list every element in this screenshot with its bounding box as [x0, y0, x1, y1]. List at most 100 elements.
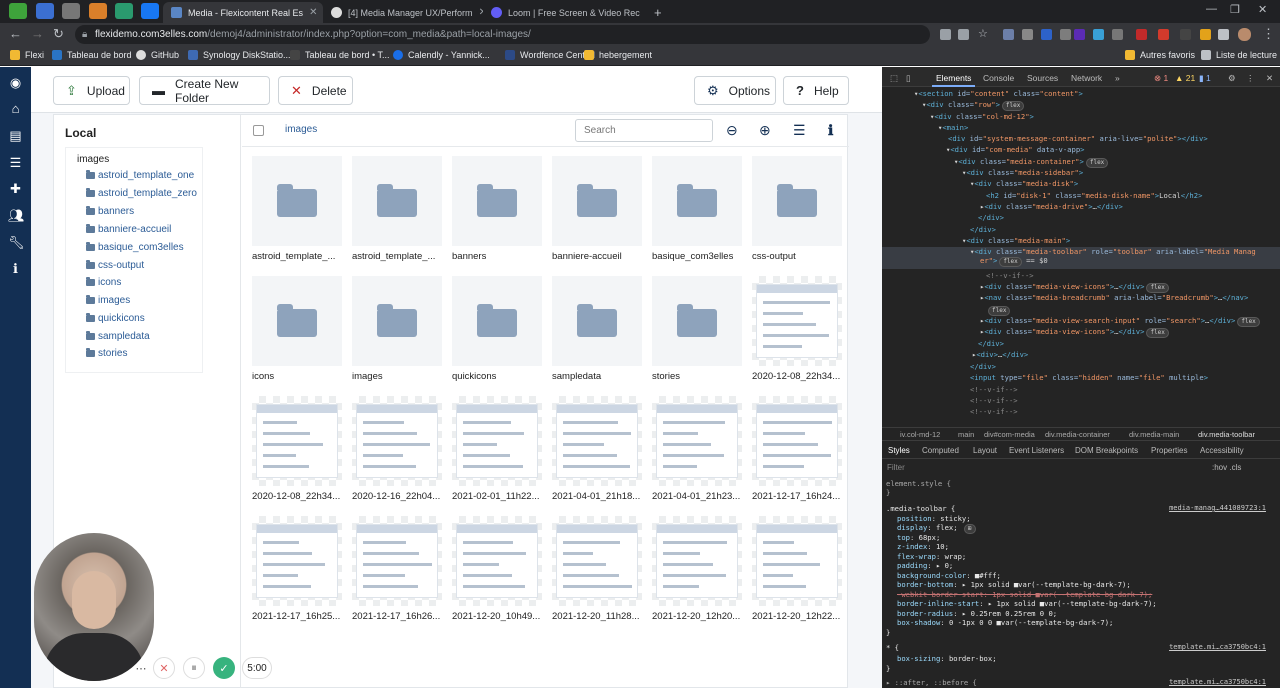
puzzle-icon[interactable] [1218, 29, 1229, 40]
bookmark-github[interactable]: GitHub [136, 50, 179, 60]
media-folder[interactable]: icons [252, 276, 342, 382]
options-button[interactable]: ⚙ Options [694, 76, 776, 105]
dom-node[interactable]: <div id="system-message-container" aria-… [948, 134, 1208, 143]
close-icon[interactable]: ✕ [309, 7, 317, 18]
tab-styles[interactable]: Styles [888, 446, 910, 455]
media-folder[interactable]: css-output [752, 156, 842, 262]
media-image[interactable]: 2021-12-20_12h22... [752, 516, 842, 622]
tree-folder[interactable]: images [86, 295, 130, 306]
zoom-in-icon[interactable]: ⊕ [759, 123, 771, 137]
dom-node[interactable]: ▾<div class="media-sidebar"> [962, 168, 1083, 177]
dom-node[interactable]: ▸<nav class="media-breadcrumb" aria-labe… [980, 293, 1248, 302]
tab-media[interactable]: Media - Flexicontent Real Es ✕ [163, 2, 323, 23]
close-window-icon[interactable]: ✕ [1258, 3, 1267, 16]
dom-node[interactable]: ▾<div class="media-main"> [962, 236, 1070, 245]
menu-icon[interactable]: ⋮ [1262, 27, 1275, 41]
media-image[interactable]: 2021-12-17_16h26... [352, 516, 442, 622]
extension-icon[interactable] [1074, 29, 1085, 40]
dom-crumb[interactable]: div#com-media [984, 430, 1035, 439]
url-field[interactable]: 🔒︎ flexidemo.com3elles.com/demoj4/admini… [75, 25, 930, 44]
css-decl[interactable]: box-shadow: 0 -1px 0 0 ■var(--template-b… [897, 618, 1113, 627]
bookmark-calendly[interactable]: Calendly - Yannick... [393, 50, 490, 60]
system-icon[interactable]: 🔧︎ [8, 235, 25, 250]
tab-computed[interactable]: Computed [922, 446, 959, 455]
dom-node[interactable]: ▾<section id="content" class="content"> [914, 89, 1083, 98]
dom-node[interactable]: <!--v-if--> [970, 407, 1018, 416]
css-decl[interactable]: background-color: ■#fff; [897, 571, 1001, 580]
tree-folder[interactable]: astroid_template_one [86, 170, 194, 181]
list-view-icon[interactable]: ☰ [793, 123, 806, 137]
tab-network[interactable]: Network [1071, 73, 1102, 83]
bookmark-tableau-de-bord[interactable]: Tableau de bord [52, 50, 132, 60]
dom-node[interactable]: ▸<div class="media-view-icons">…</div> fl… [980, 327, 1169, 338]
media-folder[interactable]: quickicons [452, 276, 542, 382]
dom-crumb[interactable]: div.media-container [1045, 430, 1110, 439]
more-icon[interactable]: ⋯ [130, 657, 152, 679]
dom-node-selected[interactable]: ▾<div class="media-toolbar" role="toolba… [882, 247, 1280, 269]
bookmark-wordfence[interactable]: Wordfence Central [505, 50, 595, 60]
components-icon[interactable]: ✚ [8, 181, 23, 196]
extension-icon[interactable] [940, 29, 951, 40]
media-image[interactable]: 2021-12-17_16h25... [252, 516, 342, 622]
bookmark-tableau-de-bord-2[interactable]: Tableau de bord • T... [290, 50, 390, 60]
media-image[interactable]: 2020-12-16_22h04... [352, 396, 442, 502]
inspect-icon[interactable]: ⬚ [890, 73, 898, 84]
bookmark-synology[interactable]: Synology DiskStatio... [188, 50, 291, 60]
dom-crumb[interactable]: div.media-toolbar [1198, 430, 1255, 439]
extension-icon[interactable] [1180, 29, 1191, 40]
extension-icon[interactable] [1136, 29, 1147, 40]
more-tabs-icon[interactable]: » [1115, 73, 1120, 83]
tab-console[interactable]: Console [983, 73, 1014, 83]
minimize-icon[interactable]: — [1206, 3, 1217, 15]
bookmark-star-icon[interactable]: ☆ [978, 27, 989, 40]
pinned-tab-6[interactable] [141, 3, 159, 19]
info-icon[interactable]: ℹ [828, 123, 833, 137]
breadcrumb[interactable]: images [285, 124, 317, 135]
media-image[interactable]: 2021-04-01_21h23... [652, 396, 742, 502]
help-button[interactable]: ? Help [783, 76, 849, 105]
media-folder[interactable]: basique_com3elles [652, 156, 742, 262]
create-folder-button[interactable]: ▬ Create New Folder [139, 76, 270, 105]
dom-crumb[interactable]: main [958, 430, 974, 439]
device-toggle-icon[interactable]: ▯ [906, 73, 911, 84]
dom-node[interactable]: </div> [978, 339, 1004, 348]
tab-properties[interactable]: Properties [1151, 446, 1187, 455]
menus-icon[interactable]: ☰ [8, 155, 23, 170]
media-image[interactable]: 2021-12-20_12h20... [652, 516, 742, 622]
bookmark-autres-favoris[interactable]: Autres favoris [1125, 50, 1195, 60]
zoom-out-icon[interactable]: ⊖ [726, 123, 738, 137]
styles-filter-input[interactable]: Filter [887, 463, 905, 472]
pinned-tab-5[interactable] [115, 3, 133, 19]
search-input[interactable]: Search [575, 119, 713, 142]
style-source-link[interactable]: template.mi…ca3750bc4:1 [1169, 643, 1266, 651]
pinned-tab-4[interactable] [89, 3, 107, 19]
css-decl[interactable]: border-radius: ▸ 0.25rem 0.25rem 0 0; [897, 609, 1057, 618]
settings-icon[interactable]: ⚙ [1228, 73, 1236, 84]
delete-button[interactable]: ✕ Delete [278, 76, 353, 105]
media-image[interactable]: 2021-12-20_10h49... [452, 516, 542, 622]
media-folder[interactable]: astroid_template_... [352, 156, 442, 262]
extension-icon[interactable] [1112, 29, 1123, 40]
hov-cls-toggle[interactable]: :hov .cls [1212, 463, 1241, 472]
css-decl[interactable]: padding: ▸ 0; [897, 561, 953, 570]
style-selector[interactable]: * { [886, 643, 899, 652]
content-icon[interactable]: ▤ [8, 128, 23, 143]
tab-sources[interactable]: Sources [1027, 73, 1058, 83]
tab-event-listeners[interactable]: Event Listeners [1009, 446, 1064, 455]
css-decl[interactable]: top: 68px; [897, 533, 940, 542]
warning-badge[interactable]: ▲ 21 [1175, 73, 1195, 83]
media-folder[interactable]: stories [652, 276, 742, 382]
restore-icon[interactable]: ❐ [1230, 3, 1240, 16]
css-decl[interactable]: position: sticky; [897, 514, 971, 523]
dom-node[interactable]: ▸<div class="media-view-icons">…</div> fl… [980, 282, 1169, 293]
pause-icon[interactable]: ⏸ [183, 657, 205, 679]
info-badge[interactable]: ▮ 1 [1199, 73, 1211, 84]
media-image[interactable]: 2021-12-17_16h24... [752, 396, 842, 502]
style-selector[interactable]: ▸ ::after, ::before { [886, 678, 977, 687]
pinned-tab-3[interactable] [62, 3, 80, 19]
style-source-link[interactable]: media-manag…441089723:1 [1169, 504, 1266, 512]
error-badge[interactable]: ⊗ 1 [1154, 73, 1168, 84]
dom-crumb[interactable]: iv.col-md-12 [900, 430, 940, 439]
dom-node[interactable]: <input type="file" class="hidden" name="… [970, 373, 1208, 382]
tab-dom-breakpoints[interactable]: DOM Breakpoints [1075, 446, 1138, 455]
